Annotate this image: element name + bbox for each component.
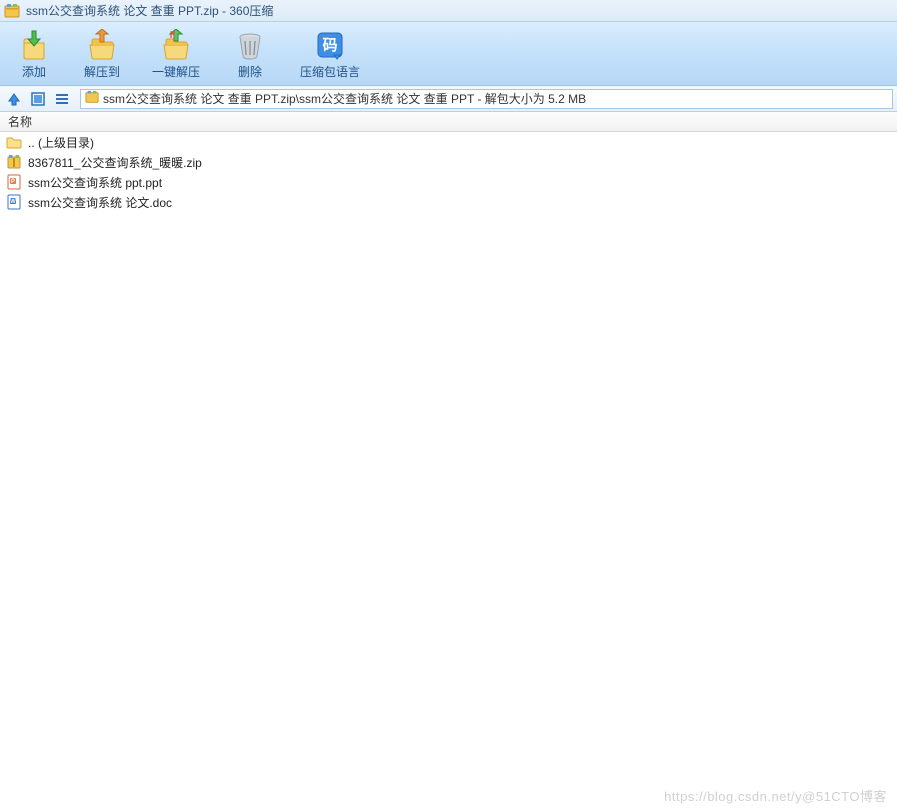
list-item[interactable]: W ssm公交查询系统 论文.doc (0, 192, 897, 212)
column-header[interactable]: 名称 (0, 112, 897, 132)
add-button[interactable]: 添加 (10, 27, 58, 82)
list-item[interactable]: .. (上级目录) (0, 132, 897, 152)
window-title: ssm公交查询系统 论文 查重 PPT.zip - 360压缩 (26, 2, 273, 19)
column-name-header: 名称 (8, 113, 32, 130)
archive-language-label: 压缩包语言 (300, 63, 360, 80)
address-icon (85, 90, 99, 107)
list-item[interactable]: 8367811_公交查询系统_暖暖.zip (0, 152, 897, 172)
toolbar: 添加 解压到 一键解压 (0, 22, 897, 86)
view-list-button[interactable] (52, 89, 72, 109)
extract-to-icon (86, 29, 118, 61)
one-click-extract-label: 一键解压 (152, 63, 200, 80)
delete-label: 删除 (238, 63, 262, 80)
archive-language-icon: 码 (314, 29, 346, 61)
file-name: .. (上级目录) (28, 134, 94, 151)
one-click-extract-button[interactable]: 一键解压 (146, 27, 206, 82)
extract-to-button[interactable]: 解压到 (78, 27, 126, 82)
title-bar: ssm公交查询系统 论文 查重 PPT.zip - 360压缩 (0, 0, 897, 22)
address-text: ssm公交查询系统 论文 查重 PPT.zip\ssm公交查询系统 论文 查重 … (103, 90, 586, 107)
nav-up-button[interactable] (4, 89, 24, 109)
delete-button[interactable]: 删除 (226, 27, 274, 82)
file-name: ssm公交查询系统 论文.doc (28, 194, 172, 211)
ppt-icon: P (6, 174, 22, 190)
address-box[interactable]: ssm公交查询系统 论文 查重 PPT.zip\ssm公交查询系统 论文 查重 … (80, 89, 893, 109)
delete-icon (234, 29, 266, 61)
svg-text:码: 码 (323, 37, 338, 54)
add-label: 添加 (22, 63, 46, 80)
folder-up-icon (6, 134, 22, 150)
doc-icon: W (6, 194, 22, 210)
extract-to-label: 解压到 (84, 63, 120, 80)
app-icon (4, 3, 20, 19)
zip-icon (6, 154, 22, 170)
one-click-extract-icon (160, 29, 192, 61)
add-icon (18, 29, 50, 61)
svg-text:P: P (11, 179, 15, 185)
list-item[interactable]: P ssm公交查询系统 ppt.ppt (0, 172, 897, 192)
file-name: 8367811_公交查询系统_暖暖.zip (28, 154, 202, 171)
file-name: ssm公交查询系统 ppt.ppt (28, 174, 162, 191)
svg-text:W: W (10, 199, 16, 205)
nav-bar: ssm公交查询系统 论文 查重 PPT.zip\ssm公交查询系统 论文 查重 … (0, 86, 897, 112)
view-large-icons-button[interactable] (28, 89, 48, 109)
file-list: .. (上级目录) 8367811_公交查询系统_暖暖.zip P ssm公交查… (0, 132, 897, 811)
archive-language-button[interactable]: 码 压缩包语言 (294, 27, 366, 82)
